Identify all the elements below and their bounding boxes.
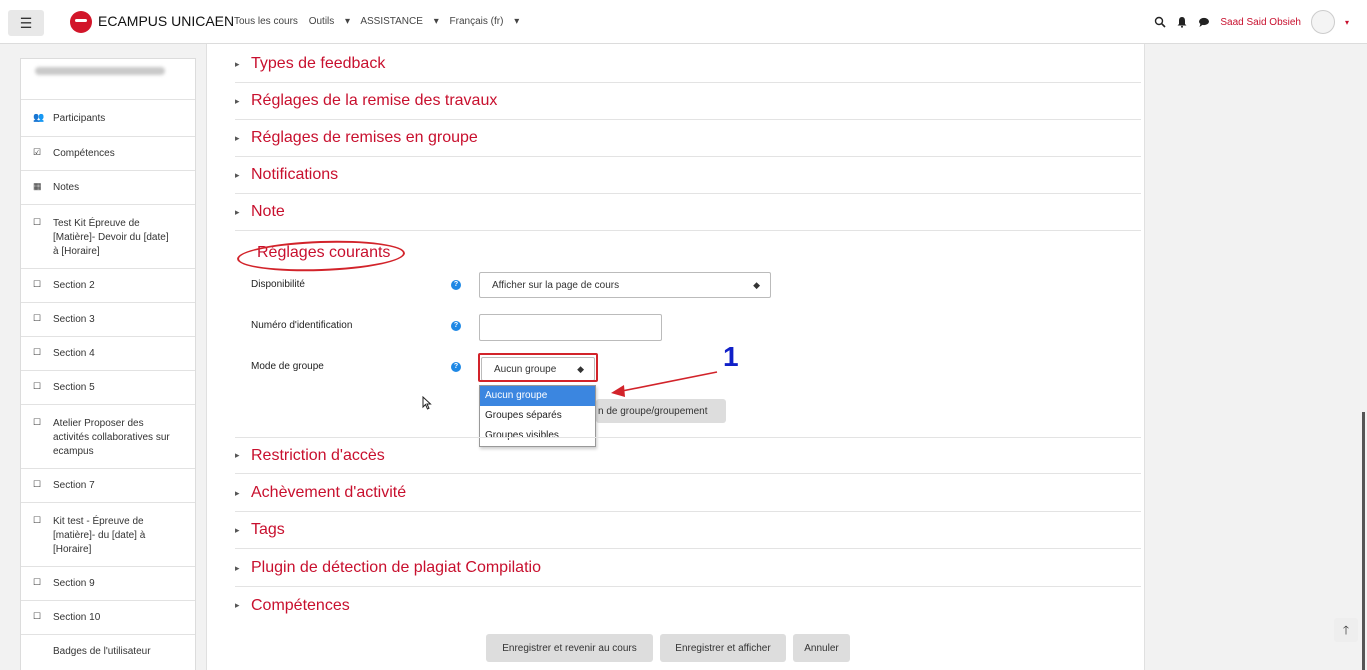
table-icon: ▦ [33, 181, 42, 191]
mouse-cursor-icon [422, 396, 432, 410]
chevron-right-icon: ▸ [235, 450, 240, 460]
chevron-right-icon: ▸ [235, 58, 240, 69]
nav-links: Tous les cours Outils ▾ ASSISTANCE ▾ Fra… [234, 16, 527, 27]
sidebar-item-section-10[interactable]: ☐ Section 10 [21, 600, 195, 634]
nav-link-assistance[interactable]: ASSISTANCE ▾ [360, 16, 438, 27]
chat-icon[interactable] [1198, 16, 1210, 28]
sidebar-item-section-5[interactable]: ☐ Section 5 [21, 370, 195, 404]
nav-link-tools[interactable]: Outils ▾ [309, 16, 350, 27]
section-tags[interactable]: ▸ Tags [235, 512, 1141, 549]
save-display-button[interactable]: Enregistrer et afficher [660, 634, 786, 662]
folder-icon: ☐ [33, 347, 42, 357]
section-competences[interactable]: ▸ Compétences [235, 587, 1141, 624]
cancel-button[interactable]: Annuler [793, 634, 850, 662]
check-square-icon: ☑ [33, 147, 42, 157]
availability-label: Disponibilité [251, 279, 305, 290]
folder-icon: ☐ [33, 313, 42, 323]
section-plugin-compilatio[interactable]: ▸ Plugin de détection de plagiat Compila… [235, 550, 1141, 587]
groupmode-label: Mode de groupe [251, 361, 324, 372]
course-navigation-drawer: 👥 Participants ☑ Compétences ▦ Notes ☐ T… [20, 58, 196, 670]
sidebar-item-section-6[interactable]: ☐ Atelier Proposer des activités collabo… [21, 404, 195, 468]
idnumber-input[interactable] [479, 314, 662, 341]
section-types-de-feedback[interactable]: ▸ Types de feedback [235, 46, 1141, 83]
top-navbar: ☰ ECAMPUS UNICAEN Tous les cours Outils … [0, 0, 1367, 44]
help-icon[interactable]: ? [451, 362, 461, 372]
arrow-up-icon: 🡑 [1342, 623, 1350, 637]
site-name[interactable]: ECAMPUS UNICAEN [98, 13, 234, 29]
sidebar-item-section-3[interactable]: ☐ Section 3 [21, 302, 195, 336]
sidebar-item-competences[interactable]: ☑ Compétences [21, 136, 195, 170]
scrollbar[interactable] [1362, 412, 1365, 670]
main-content: ▸ Types de feedback ▸ Réglages de la rem… [206, 44, 1145, 670]
folder-icon: ☐ [33, 515, 42, 525]
sidebar-item-notes[interactable]: ▦ Notes [21, 170, 195, 204]
folder-icon: ☐ [33, 417, 42, 427]
avatar[interactable] [1310, 10, 1335, 34]
chevron-right-icon: ▸ [235, 600, 240, 610]
option-aucun-groupe[interactable]: Aucun groupe [480, 386, 595, 406]
chevron-right-icon: ▸ [235, 562, 240, 573]
idnumber-label: Numéro d'identification [251, 320, 353, 331]
section-achevement-activite[interactable]: ▸ Achèvement d'activité [235, 475, 1141, 512]
section-notifications[interactable]: ▸ Notifications [235, 157, 1141, 194]
sidebar-item-section-9[interactable]: ☐ Section 9 [21, 566, 195, 600]
hamburger-menu-button[interactable]: ☰ [8, 10, 44, 36]
nav-link-language[interactable]: Français (fr) ▾ [450, 16, 520, 27]
help-icon[interactable]: ? [451, 280, 461, 290]
sidebar-item-section-1[interactable]: ☐ Test Kit Épreuve de [Matière]- Devoir … [21, 204, 195, 268]
sidebar-item-participants[interactable]: 👥 Participants [21, 99, 195, 136]
chevron-right-icon: ▸ [235, 524, 240, 535]
ecampus-logo-icon[interactable] [70, 11, 92, 33]
sidebar-item-section-4[interactable]: ☐ Section 4 [21, 336, 195, 370]
annotation-number: 1 [723, 341, 739, 372]
folder-icon: ☐ [33, 577, 42, 587]
folder-icon: ☐ [33, 611, 42, 621]
help-icon[interactable]: ? [451, 321, 461, 331]
annotation-arrow [611, 371, 718, 397]
sidebar-item-section-2[interactable]: ☐ Section 2 [21, 268, 195, 302]
user-name[interactable]: Saad Said Obsieh [1220, 17, 1301, 28]
sidebar-item-badges[interactable]: Badges de l'utilisateur [21, 634, 195, 668]
nav-link-all-courses[interactable]: Tous les cours [234, 16, 298, 27]
folder-icon: ☐ [33, 217, 42, 227]
bell-icon[interactable] [1176, 16, 1188, 28]
folder-icon: ☐ [33, 279, 42, 289]
sidebar-item-section-8[interactable]: ☐ Kit test - Épreuve de [matière]- du [d… [21, 502, 195, 566]
chevron-right-icon: ▸ [235, 169, 240, 180]
chevron-right-icon: ▸ [235, 132, 240, 143]
user-area: Saad Said Obsieh ▾ [1154, 10, 1349, 34]
chevron-right-icon: ▸ [235, 487, 240, 498]
chevron-right-icon: ▸ [235, 206, 240, 217]
back-to-top-button[interactable]: 🡑 [1334, 618, 1358, 642]
option-groupes-separes[interactable]: Groupes séparés [480, 406, 595, 426]
search-icon[interactable] [1154, 16, 1166, 28]
sidebar-item-section-7[interactable]: ☐ Section 7 [21, 468, 195, 502]
folder-icon: ☐ [33, 381, 42, 391]
section-restriction-acces[interactable]: ▸ Restriction d'accès [235, 437, 1141, 474]
section-remises-en-groupe[interactable]: ▸ Réglages de remises en groupe [235, 120, 1141, 157]
participants-icon: 👥 [33, 112, 45, 122]
annotation-highlight-box [478, 353, 598, 382]
folder-icon: ☐ [33, 479, 42, 489]
course-name-blurred[interactable] [35, 67, 181, 99]
section-note[interactable]: ▸ Note [235, 194, 1141, 231]
chevron-down-icon[interactable]: ▾ [1345, 18, 1349, 27]
updown-icon: ◆ [753, 279, 760, 290]
save-return-button[interactable]: Enregistrer et revenir au cours [486, 634, 653, 662]
section-remise-des-travaux[interactable]: ▸ Réglages de la remise des travaux [235, 83, 1141, 120]
availability-select[interactable]: Afficher sur la page de cours ◆ [479, 272, 771, 298]
chevron-right-icon: ▸ [235, 95, 240, 106]
